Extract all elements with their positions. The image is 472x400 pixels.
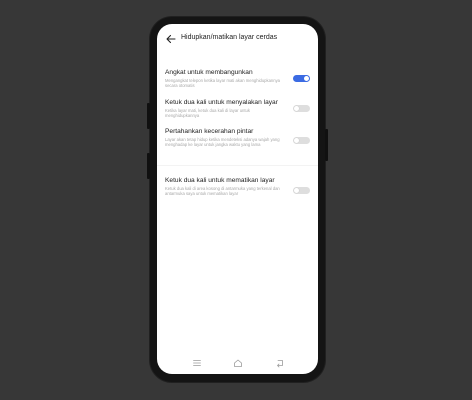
app-header: Hidupkan/matikan layar cerdas — [157, 24, 318, 54]
setting-description: Mengangkat telepon ketika layar mati aka… — [165, 78, 280, 89]
raise-to-wake-toggle[interactable] — [293, 75, 310, 82]
setting-title: Pertahankan kecerahan pintar — [165, 128, 254, 135]
phone-screen: Hidupkan/matikan layar cerdas Angkat unt… — [157, 24, 318, 374]
page-title: Hidupkan/matikan layar cerdas — [181, 34, 278, 41]
setting-smart-keep-on[interactable]: Pertahankan kecerahan pintar Layar akan … — [165, 128, 313, 147]
setting-double-tap-wake[interactable]: Ketuk dua kali untuk menyalakan layar Ke… — [165, 99, 313, 118]
toggle-knob — [304, 76, 309, 81]
home-icon[interactable] — [233, 358, 243, 368]
setting-double-tap-sleep[interactable]: Ketuk dua kali untuk mematikan layar Ket… — [165, 177, 313, 196]
navigation-bar — [157, 352, 318, 374]
double-tap-sleep-toggle[interactable] — [293, 187, 310, 194]
volume-down-button — [147, 153, 150, 179]
power-button — [325, 129, 328, 161]
toggle-knob — [294, 188, 299, 193]
phone-frame: Hidupkan/matikan layar cerdas Angkat unt… — [147, 17, 328, 382]
menu-icon[interactable] — [192, 358, 202, 368]
setting-raise-to-wake[interactable]: Angkat untuk membangunkan Mengangkat tel… — [165, 69, 313, 88]
setting-description: Layar akan tetap hidup ketika mendeteksi… — [165, 137, 280, 148]
setting-title: Angkat untuk membangunkan — [165, 69, 253, 76]
smart-keep-on-toggle[interactable] — [293, 137, 310, 144]
section-divider — [157, 165, 318, 166]
setting-title: Ketuk dua kali untuk menyalakan layar — [165, 99, 278, 106]
toggle-knob — [294, 106, 299, 111]
setting-title: Ketuk dua kali untuk mematikan layar — [165, 177, 275, 184]
toggle-knob — [294, 138, 299, 143]
double-tap-wake-toggle[interactable] — [293, 105, 310, 112]
volume-up-button — [147, 103, 150, 129]
setting-description: Ketika layar mati, ketuk dua kali di lay… — [165, 108, 250, 119]
setting-description: Ketuk dua kali di area kosong di antarmu… — [165, 186, 280, 197]
back-arrow-icon[interactable] — [165, 33, 177, 45]
back-nav-icon[interactable] — [275, 358, 285, 368]
